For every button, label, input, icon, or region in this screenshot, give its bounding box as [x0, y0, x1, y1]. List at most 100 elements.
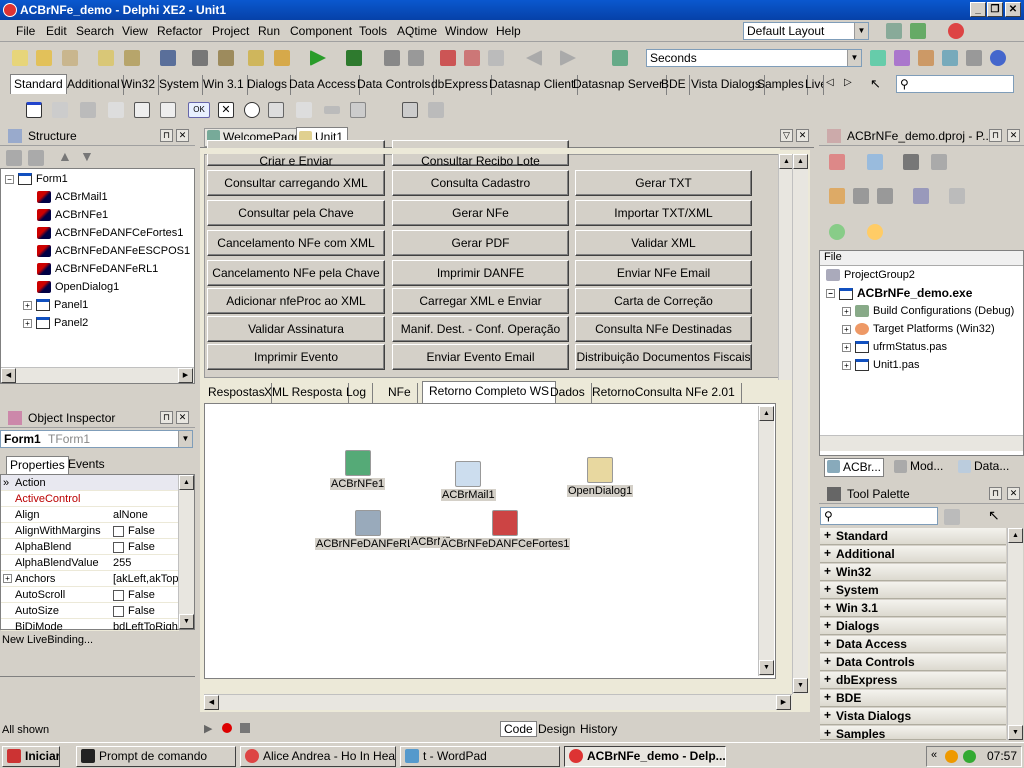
- start-button[interactable]: Iniciar: [2, 746, 60, 767]
- close-button[interactable]: ✕: [1005, 2, 1021, 17]
- project-tree[interactable]: File ProjectGroup2 − ACBrNFe_demo.exe + Bu…: [819, 250, 1024, 456]
- scroll-down-icon[interactable]: ▼: [759, 660, 774, 675]
- menu-edit[interactable]: Edit: [46, 24, 67, 38]
- close-file-icon[interactable]: [218, 50, 234, 66]
- palette-tab-win32[interactable]: Win32: [118, 75, 160, 95]
- project-group-node[interactable]: ProjectGroup2: [826, 267, 915, 283]
- scroll-up-icon[interactable]: ▲: [793, 154, 808, 169]
- palette-tab-bde[interactable]: BDE: [658, 75, 690, 95]
- close-tab-icon[interactable]: ✕: [796, 129, 809, 142]
- open-unit-icon[interactable]: [248, 50, 264, 66]
- nvc-acbrnfedanfcefortes1[interactable]: ACBrNFeDANFCeFortes1: [440, 510, 571, 550]
- tab-list-icon[interactable]: ▽: [780, 129, 793, 142]
- btn-consulta-destinadas[interactable]: Consulta NFe Destinadas: [575, 316, 752, 342]
- button-icon[interactable]: OK: [188, 102, 210, 118]
- btn-consultar-xml[interactable]: Consultar carregando XML: [207, 170, 385, 196]
- tab-retorno-consulta[interactable]: RetornoConsulta NFe 2.01: [586, 383, 742, 403]
- tab-xml-resposta[interactable]: XML Resposta: [258, 383, 350, 403]
- panel-icon[interactable]: [402, 102, 418, 118]
- close-icon[interactable]: ✕: [1007, 129, 1020, 142]
- frames-icon[interactable]: [26, 102, 42, 118]
- units-select[interactable]: Seconds ▼: [646, 49, 862, 67]
- designer-vscroll[interactable]: ▲ ▼: [792, 154, 808, 694]
- layout-select[interactable]: Default Layout ▼: [743, 22, 869, 40]
- project-node[interactable]: + Unit1.pas: [842, 357, 919, 373]
- remove-file-icon[interactable]: [124, 50, 140, 66]
- property-row[interactable]: + Anchors [akLeft,akTop: [1, 571, 179, 587]
- nvc-acbrnfedanferl1[interactable]: ACBrNFeDANFeRL1: [315, 510, 421, 550]
- pointer-icon[interactable]: ↖: [870, 76, 881, 92]
- popupmenu-icon[interactable]: [80, 102, 96, 118]
- property-row[interactable]: ActiveControl: [1, 491, 179, 507]
- tree-node[interactable]: + Panel2: [23, 315, 88, 331]
- menu-help[interactable]: Help: [496, 24, 521, 38]
- property-row[interactable]: BiDiMode bdLeftToRigh: [1, 619, 179, 631]
- cpp-icon[interactable]: [966, 50, 982, 66]
- property-row[interactable]: AlignWithMargins False: [1, 523, 179, 539]
- results-icon[interactable]: [894, 50, 910, 66]
- edit-icon[interactable]: [134, 102, 150, 118]
- task-chrome[interactable]: Alice Andrea - Ho In Hea...: [240, 746, 396, 767]
- project-node[interactable]: + ufrmStatus.pas: [842, 339, 947, 355]
- scroll-right-icon[interactable]: ▶: [776, 695, 791, 710]
- pin-icon[interactable]: ⊓: [160, 411, 173, 424]
- label-icon[interactable]: [108, 102, 124, 118]
- pause-icon[interactable]: [384, 50, 400, 66]
- menu-file[interactable]: File: [16, 24, 35, 38]
- memo-icon[interactable]: [160, 102, 176, 118]
- trace-icon[interactable]: [488, 50, 504, 66]
- btn-imprimir-danfe[interactable]: Imprimir DANFE: [392, 260, 569, 286]
- collapse-icon[interactable]: [6, 150, 22, 166]
- tp-cat-vista-dialogs[interactable]: Vista Dialogs: [820, 707, 1006, 725]
- new-livebinding-link[interactable]: New LiveBinding...: [2, 634, 93, 646]
- groupbox-icon[interactable]: [350, 102, 366, 118]
- palette-tab-datasnap-server[interactable]: Datasnap Server: [570, 75, 668, 95]
- menu-search[interactable]: Search: [76, 24, 114, 38]
- scroll-up-icon[interactable]: ▲: [759, 406, 774, 421]
- tray-expand-icon[interactable]: «: [931, 749, 937, 761]
- tab-nfe[interactable]: NFe: [382, 383, 418, 403]
- palette-tab-data-controls[interactable]: Data Controls: [354, 75, 435, 95]
- sort-icon[interactable]: [913, 188, 929, 204]
- memo-vscroll[interactable]: ▲ ▼: [758, 406, 774, 676]
- open-form-icon[interactable]: [274, 50, 290, 66]
- close-icon[interactable]: ✕: [176, 411, 189, 424]
- tab-retorno-completo-ws[interactable]: Retorno Completo WS: [422, 381, 557, 403]
- tree-node[interactable]: OpenDialog1: [37, 279, 119, 295]
- aqtime-icon[interactable]: [612, 50, 628, 66]
- tp-cat-data-access[interactable]: Data Access: [820, 635, 1006, 653]
- menu-view[interactable]: View: [122, 24, 148, 38]
- scroll-up-icon[interactable]: ▲: [1008, 528, 1023, 543]
- tray-network-icon[interactable]: [963, 750, 976, 763]
- scroll-left-icon[interactable]: ◀: [204, 695, 219, 710]
- property-grid[interactable]: » Action ActiveControl Align alNone AlignW…: [0, 474, 195, 631]
- tab-code[interactable]: Code: [500, 721, 537, 737]
- save-all-icon[interactable]: [192, 50, 208, 66]
- property-vscroll[interactable]: ▲ ▼: [178, 475, 194, 629]
- remove-icon[interactable]: [903, 154, 919, 170]
- tab-scroll-left-icon[interactable]: ◁: [826, 77, 834, 88]
- property-row[interactable]: AlphaBlend False: [1, 539, 179, 555]
- btn-enviar-evento-email[interactable]: Enviar Evento Email: [392, 344, 569, 370]
- step-over-icon[interactable]: [464, 50, 480, 66]
- platform-icon[interactable]: [829, 224, 845, 240]
- tp-cat-bde[interactable]: BDE: [820, 689, 1006, 707]
- designer-hscroll[interactable]: ◀ ▶: [204, 694, 792, 710]
- pin-icon[interactable]: ⊓: [160, 129, 173, 142]
- maximize-button[interactable]: ❐: [987, 2, 1003, 17]
- stop-icon[interactable]: [240, 723, 250, 733]
- open-project-icon[interactable]: [62, 50, 78, 66]
- save-desktop-icon[interactable]: [886, 23, 902, 39]
- play-icon[interactable]: ▶: [204, 722, 212, 735]
- task-wordpad[interactable]: t - WordPad: [400, 746, 560, 767]
- btn-consulta-cadastro[interactable]: Consulta Cadastro: [392, 170, 569, 196]
- stop-icon[interactable]: [408, 50, 424, 66]
- nvc-acbrmail1[interactable]: ACBrMail1: [441, 461, 496, 501]
- btn-validar-xml[interactable]: Validar XML: [575, 230, 752, 256]
- tree-node[interactable]: + Panel1: [23, 297, 88, 313]
- run-without-debug-icon[interactable]: [346, 50, 362, 66]
- minimize-button[interactable]: _: [970, 2, 986, 17]
- btn-gerar-txt[interactable]: Gerar TXT: [575, 170, 752, 196]
- actionlist-icon[interactable]: [428, 102, 444, 118]
- btn-carregar-xml-enviar[interactable]: Carregar XML e Enviar: [392, 288, 569, 314]
